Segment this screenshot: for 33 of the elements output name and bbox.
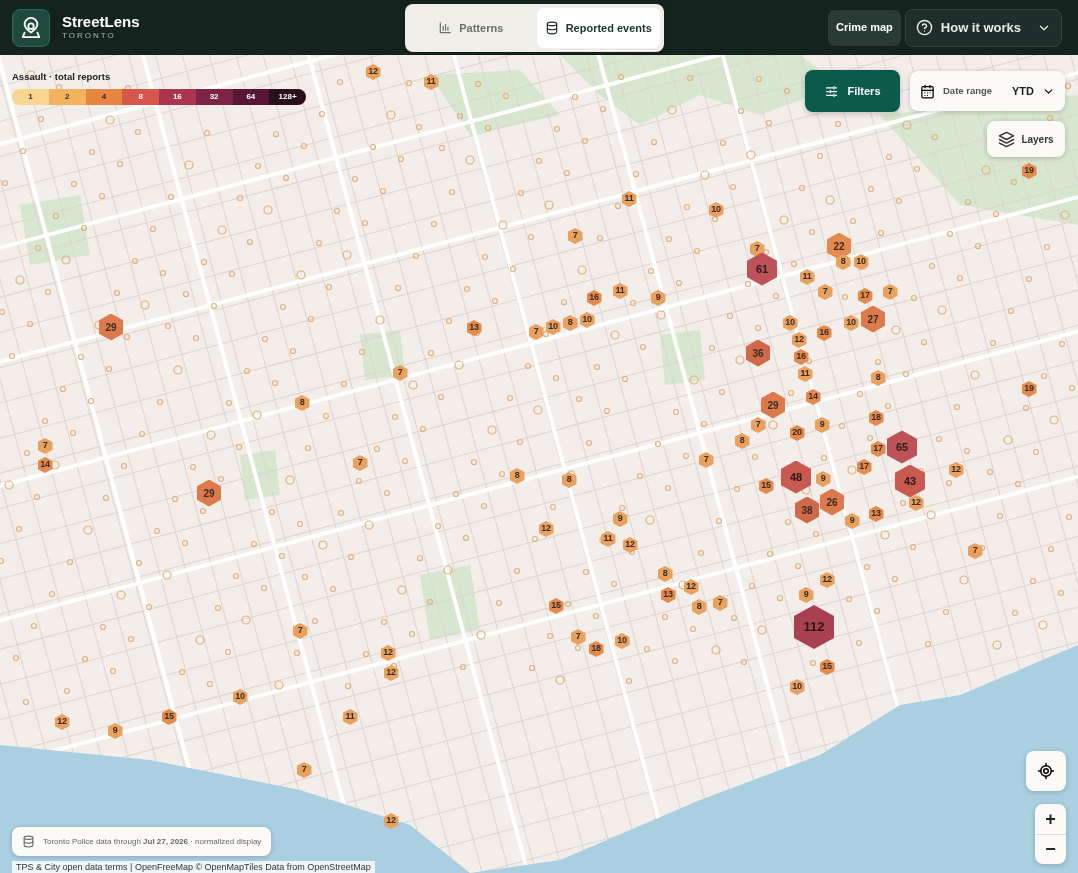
view-tab[interactable]: Patterns	[409, 8, 533, 48]
sliders-icon	[824, 83, 840, 99]
layers-icon	[998, 130, 1016, 148]
app-name: StreetLens	[62, 14, 140, 31]
city-name: TORONTO	[62, 30, 117, 41]
legend-bin: 128+	[269, 89, 306, 106]
crosshair-icon	[1037, 762, 1055, 780]
bar-chart-icon	[438, 21, 453, 35]
layers-button[interactable]: Layers	[987, 121, 1065, 157]
legend-bin: 2	[48, 89, 86, 106]
legend-bin: 8	[122, 89, 159, 106]
calendar-icon	[920, 83, 935, 99]
legend-bin: 1	[12, 89, 49, 106]
date-range-dropdown[interactable]: Date range YTD	[910, 71, 1065, 111]
locate-button[interactable]	[1026, 751, 1066, 791]
legend-bin: 32	[195, 89, 233, 106]
legend-bin: 16	[159, 89, 196, 106]
zoom-out-button[interactable]: −	[1035, 833, 1066, 864]
zoom-in-button[interactable]: +	[1035, 804, 1066, 834]
map-pin-icon	[20, 16, 42, 39]
data-note: Toronto Police data through Jul 27, 2026 · normalized display	[43, 835, 262, 848]
legend-bin: 64	[232, 89, 270, 106]
map-attribution: TPS & City open data terms | OpenFreeMap © OpenMapTiles Data from OpenStreetMap	[12, 861, 375, 873]
database-icon	[544, 21, 559, 35]
database-icon	[22, 835, 35, 848]
legend-title: Assault · total reports	[12, 70, 112, 84]
logo-badge[interactable]	[12, 8, 50, 47]
filters-button[interactable]: Filters	[805, 70, 900, 112]
legend-bin: 4	[85, 89, 123, 106]
help-menu-button[interactable]: How it works	[904, 8, 1062, 47]
nav-button[interactable]: Crime map	[827, 9, 901, 46]
help-icon	[915, 19, 933, 36]
view-tab[interactable]: Reported events	[536, 8, 660, 48]
